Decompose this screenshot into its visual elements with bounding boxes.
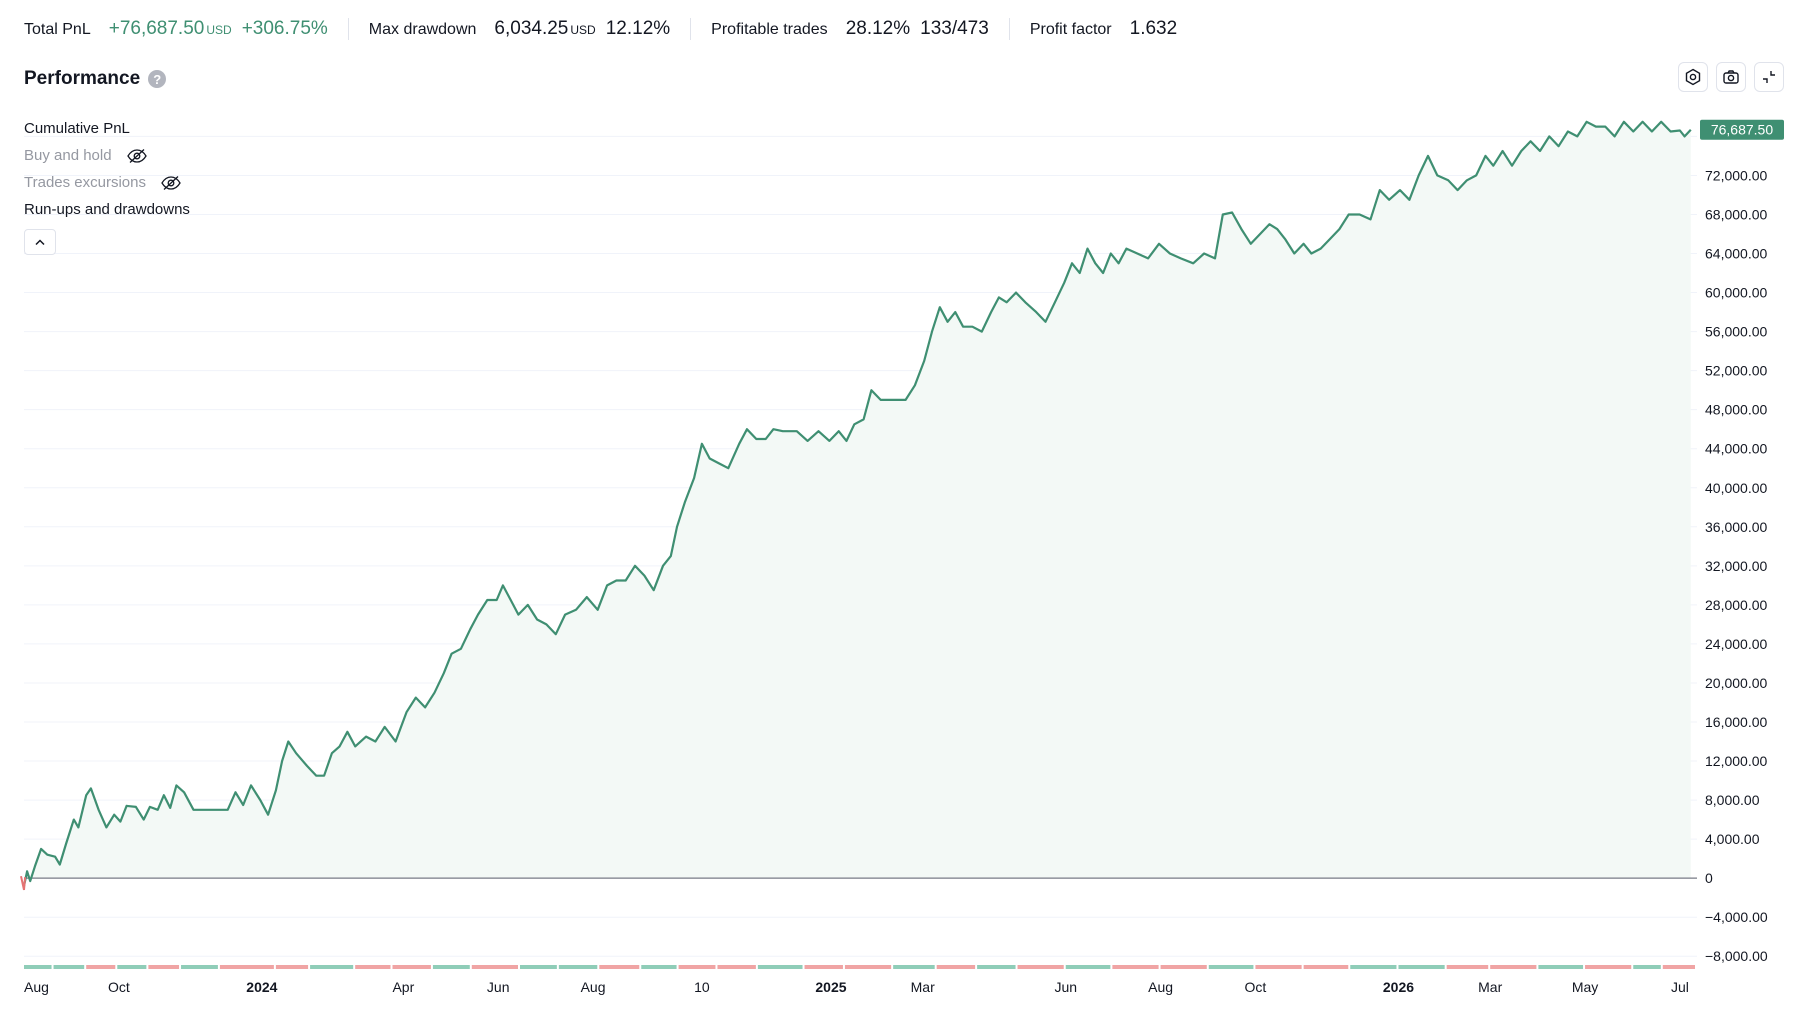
drawdown-bar: [1303, 965, 1349, 969]
drawdown-bar: [86, 965, 116, 969]
x-tick-label: Jun: [1054, 979, 1077, 995]
x-tick-label: Aug: [581, 979, 606, 995]
x-tick-label: Oct: [1245, 979, 1267, 995]
drawdown-bar: [148, 965, 180, 969]
drawdown-bar: [599, 965, 640, 969]
drawdown-bar: [844, 965, 892, 969]
x-tick-label: Aug: [1148, 979, 1173, 995]
drawdown-bar: [1662, 965, 1695, 969]
y-tick-label: 28,000.00: [1705, 597, 1767, 613]
drawdown-bar: [1255, 965, 1302, 969]
drawdown-bar: [678, 965, 716, 969]
y-tick-label: −4,000.00: [1705, 909, 1768, 925]
run-up-bar: [181, 965, 218, 969]
drawdown-bar: [392, 965, 431, 969]
eye-off-icon[interactable]: [126, 148, 148, 164]
chevron-up-icon: [35, 239, 45, 246]
x-tick-label: May: [1572, 979, 1598, 995]
run-up-bar: [1208, 965, 1254, 969]
drawdown-bar: [1160, 965, 1207, 969]
y-tick-label: 36,000.00: [1705, 519, 1767, 535]
y-tick-label: 56,000.00: [1705, 324, 1767, 340]
y-tick-label: 64,000.00: [1705, 246, 1767, 262]
y-tick-label: 40,000.00: [1705, 480, 1767, 496]
x-tick-label: 2026: [1383, 979, 1414, 995]
legend-collapse-button[interactable]: [24, 229, 56, 255]
y-tick-label: 72,000.00: [1705, 167, 1767, 183]
y-tick-label: 12,000.00: [1705, 753, 1767, 769]
run-up-bar: [558, 965, 598, 969]
x-tick-label: 2024: [246, 979, 277, 995]
x-tick-label: 2025: [815, 979, 846, 995]
drawdown-bar: [1490, 965, 1537, 969]
y-tick-label: 24,000.00: [1705, 636, 1767, 652]
y-tick-label: −8,000.00: [1705, 948, 1768, 964]
y-tick-label: 20,000.00: [1705, 675, 1767, 691]
drawdown-bar: [1112, 965, 1159, 969]
legend-buy-and-hold[interactable]: Buy and hold: [24, 142, 190, 169]
chart-legend: Cumulative PnL Buy and hold Trades excur…: [24, 115, 190, 255]
legend-cumulative-pnl[interactable]: Cumulative PnL: [24, 115, 190, 142]
eye-off-icon[interactable]: [160, 175, 182, 191]
drawdown-bar: [717, 965, 756, 969]
legend-buy-and-hold-label: Buy and hold: [24, 147, 112, 164]
y-tick-label: 16,000.00: [1705, 714, 1767, 730]
drawdown-bar: [1446, 965, 1489, 969]
drawdown-bar: [275, 965, 309, 969]
x-tick-label: Jul: [1671, 979, 1689, 995]
x-tick-label: 10: [694, 979, 710, 995]
run-up-bar: [1538, 965, 1584, 969]
drawdown-bar: [219, 965, 274, 969]
drawdown-bar: [804, 965, 843, 969]
legend-trades-excursions[interactable]: Trades excursions: [24, 169, 190, 196]
run-up-bar: [641, 965, 677, 969]
drawdown-bar: [936, 965, 976, 969]
drawdown-bar: [1017, 965, 1064, 969]
run-up-bar: [1398, 965, 1445, 969]
y-tick-label: 52,000.00: [1705, 363, 1767, 379]
run-up-bar: [117, 965, 147, 969]
run-up-bar: [53, 965, 85, 969]
run-up-bar: [1633, 965, 1661, 969]
pnl-chart[interactable]: 72,000.00 68,000.00 64,000.00 60,000.00 56,0…: [0, 0, 1800, 1029]
y-tick-label: 8,000.00: [1705, 792, 1760, 808]
y-tick-label: 48,000.00: [1705, 402, 1767, 418]
run-up-bar: [977, 965, 1016, 969]
legend-run-ups-drawdowns-label: Run-ups and drawdowns: [24, 201, 190, 218]
y-tick-label: 4,000.00: [1705, 831, 1760, 847]
legend-trades-excursions-label: Trades excursions: [24, 174, 146, 191]
negative-segment: [20, 875, 27, 891]
run-up-bar: [893, 965, 935, 969]
x-tick-label: Mar: [1478, 979, 1502, 995]
run-up-bar: [519, 965, 557, 969]
run-up-bar: [757, 965, 803, 969]
y-tick-label: 60,000.00: [1705, 285, 1767, 301]
drawdown-bar: [355, 965, 391, 969]
x-tick-label: Apr: [392, 979, 414, 995]
drawdown-bar: [471, 965, 518, 969]
pnl-area-fill: [24, 121, 1691, 887]
y-tick-label: 44,000.00: [1705, 441, 1767, 457]
y-tick-label: 0: [1705, 870, 1713, 886]
last-value-label: 76,687.50: [1711, 122, 1773, 138]
drawdown-bar: [1585, 965, 1632, 969]
run-up-bar: [1350, 965, 1397, 969]
run-up-bar: [432, 965, 470, 969]
x-tick-label: Mar: [911, 979, 935, 995]
x-tick-label: Jun: [487, 979, 510, 995]
run-up-bar: [24, 965, 52, 969]
legend-cumulative-pnl-label: Cumulative PnL: [24, 120, 130, 137]
run-up-bar: [310, 965, 354, 969]
y-tick-label: 32,000.00: [1705, 558, 1767, 574]
legend-run-ups-drawdowns[interactable]: Run-ups and drawdowns: [24, 196, 190, 223]
y-tick-label: 68,000.00: [1705, 206, 1767, 222]
x-tick-label: Oct: [108, 979, 130, 995]
run-up-bar: [1065, 965, 1111, 969]
x-tick-label: Aug: [24, 979, 49, 995]
